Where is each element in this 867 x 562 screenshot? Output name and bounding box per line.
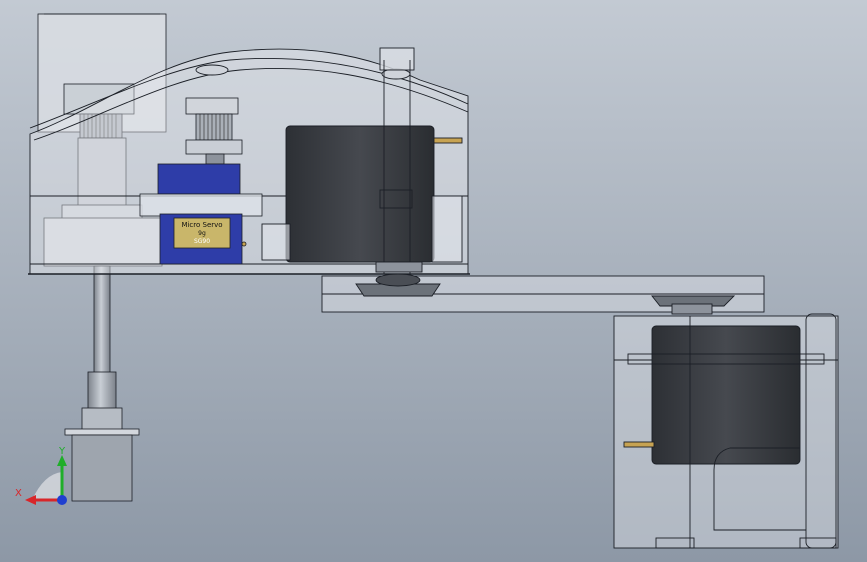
- forearm-pulley-right-hub: [671, 303, 713, 315]
- micro-pulley-top: [185, 97, 239, 115]
- upper-servo-mount-left: [261, 223, 291, 261]
- micro-servo-screw: [241, 241, 247, 247]
- arc-bearing-left: [195, 64, 229, 76]
- micro-servo-top: [157, 163, 241, 195]
- upper-servo-mount-right: [431, 195, 463, 263]
- base-shaft: [93, 265, 111, 375]
- triad-z-axis: [57, 495, 67, 505]
- micro-pulley-hub: [185, 139, 243, 155]
- forearm-link[interactable]: [321, 273, 765, 315]
- scara-assembly-drawing[interactable]: Micro Servo 9g SG90 Y X: [0, 0, 867, 562]
- base-stepper-cap: [64, 428, 140, 436]
- forearm-pulley-left-hub: [375, 273, 421, 287]
- micro-servo-bracket: [139, 193, 263, 217]
- cad-viewport[interactable]: Micro Servo 9g SG90 Y X: [0, 0, 867, 562]
- micro-servo-label-line3: SG90: [194, 238, 210, 245]
- arc-bearing-right: [381, 68, 411, 80]
- lower-servo-pin: [623, 441, 655, 448]
- triad-x-label: X: [15, 488, 22, 499]
- lower-servo-housing[interactable]: [613, 313, 839, 549]
- lower-servo-body: [651, 325, 801, 465]
- triad-y-label: Y: [58, 446, 66, 457]
- base-stepper-motor: [71, 434, 133, 502]
- micro-pulley-gear: [195, 113, 233, 141]
- micro-servo-label-line1: Micro Servo: [181, 221, 222, 229]
- micro-servo-horn: [205, 153, 225, 165]
- micro-servo-label-line2: 9g: [198, 230, 206, 237]
- upper-servo-spline: [375, 261, 423, 273]
- upper-servo-pin: [433, 137, 463, 144]
- base-shaft-collar: [81, 407, 123, 433]
- top-post-cap: [379, 47, 415, 71]
